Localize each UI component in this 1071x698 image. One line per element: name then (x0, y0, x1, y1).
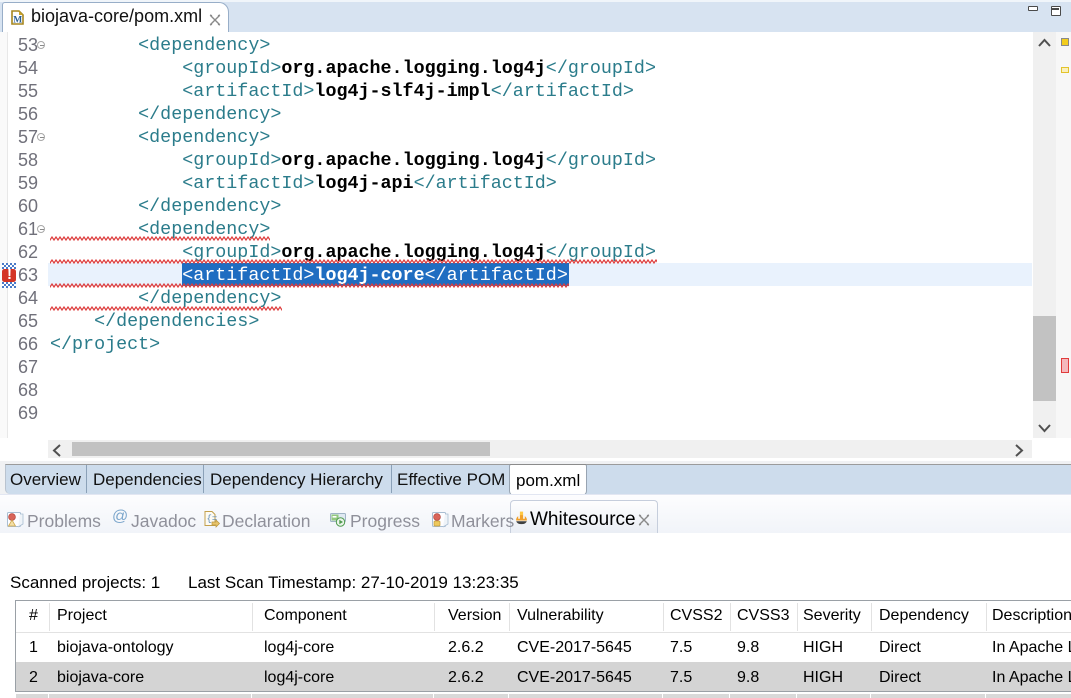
svg-text:M: M (13, 16, 22, 26)
